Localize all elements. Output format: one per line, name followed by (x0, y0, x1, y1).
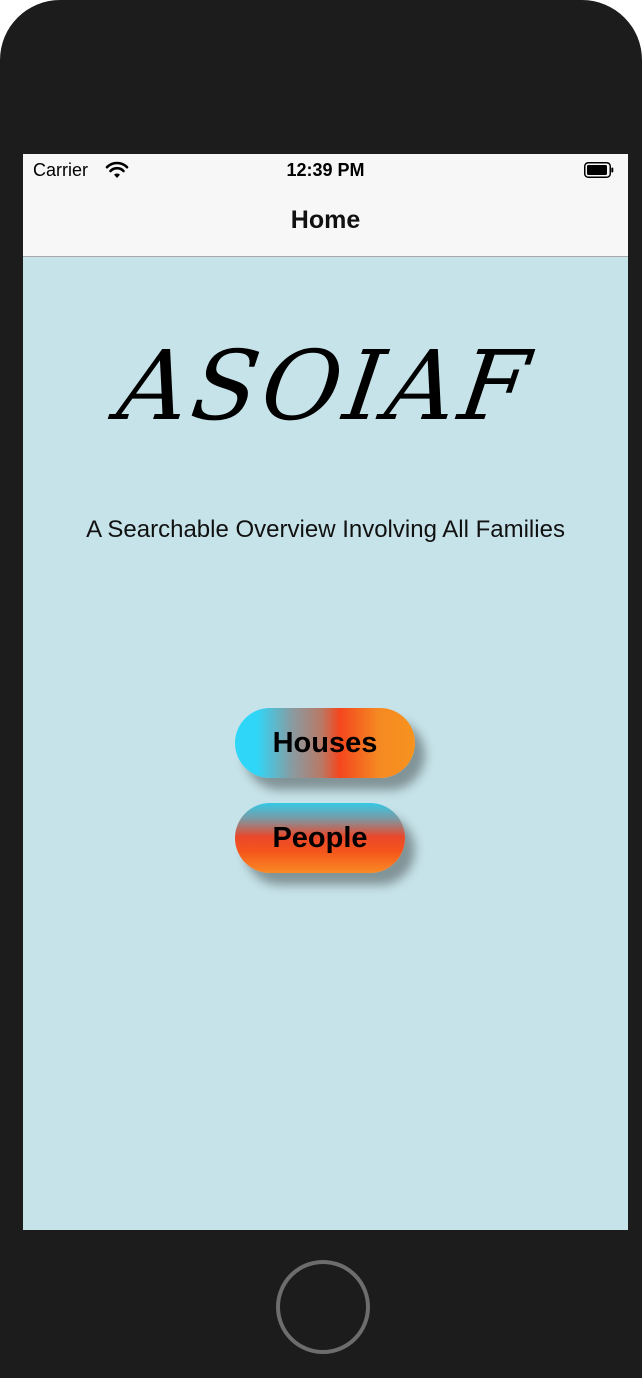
navigation-bar: Home (23, 188, 628, 257)
home-button[interactable] (276, 1260, 370, 1354)
page-title: Home (290, 206, 361, 234)
status-time: 12:39 PM (286, 160, 365, 180)
app-logo: ASOIAF (111, 330, 540, 442)
status-bar: Carrier 12:39 PM (23, 154, 628, 188)
houses-button[interactable]: Houses (235, 708, 415, 778)
app-screen: Carrier 12:39 PM Home ASOIAF A Searchabl… (23, 154, 628, 1230)
app-subtitle: A Searchable Overview Involving All Fami… (86, 516, 565, 543)
people-button[interactable]: People (235, 803, 405, 873)
houses-button-label: Houses (272, 726, 378, 759)
device-frame: Carrier 12:39 PM Home ASOIAF A Searchabl… (0, 0, 642, 1378)
people-button-label: People (272, 821, 368, 854)
battery-icon (584, 162, 614, 178)
